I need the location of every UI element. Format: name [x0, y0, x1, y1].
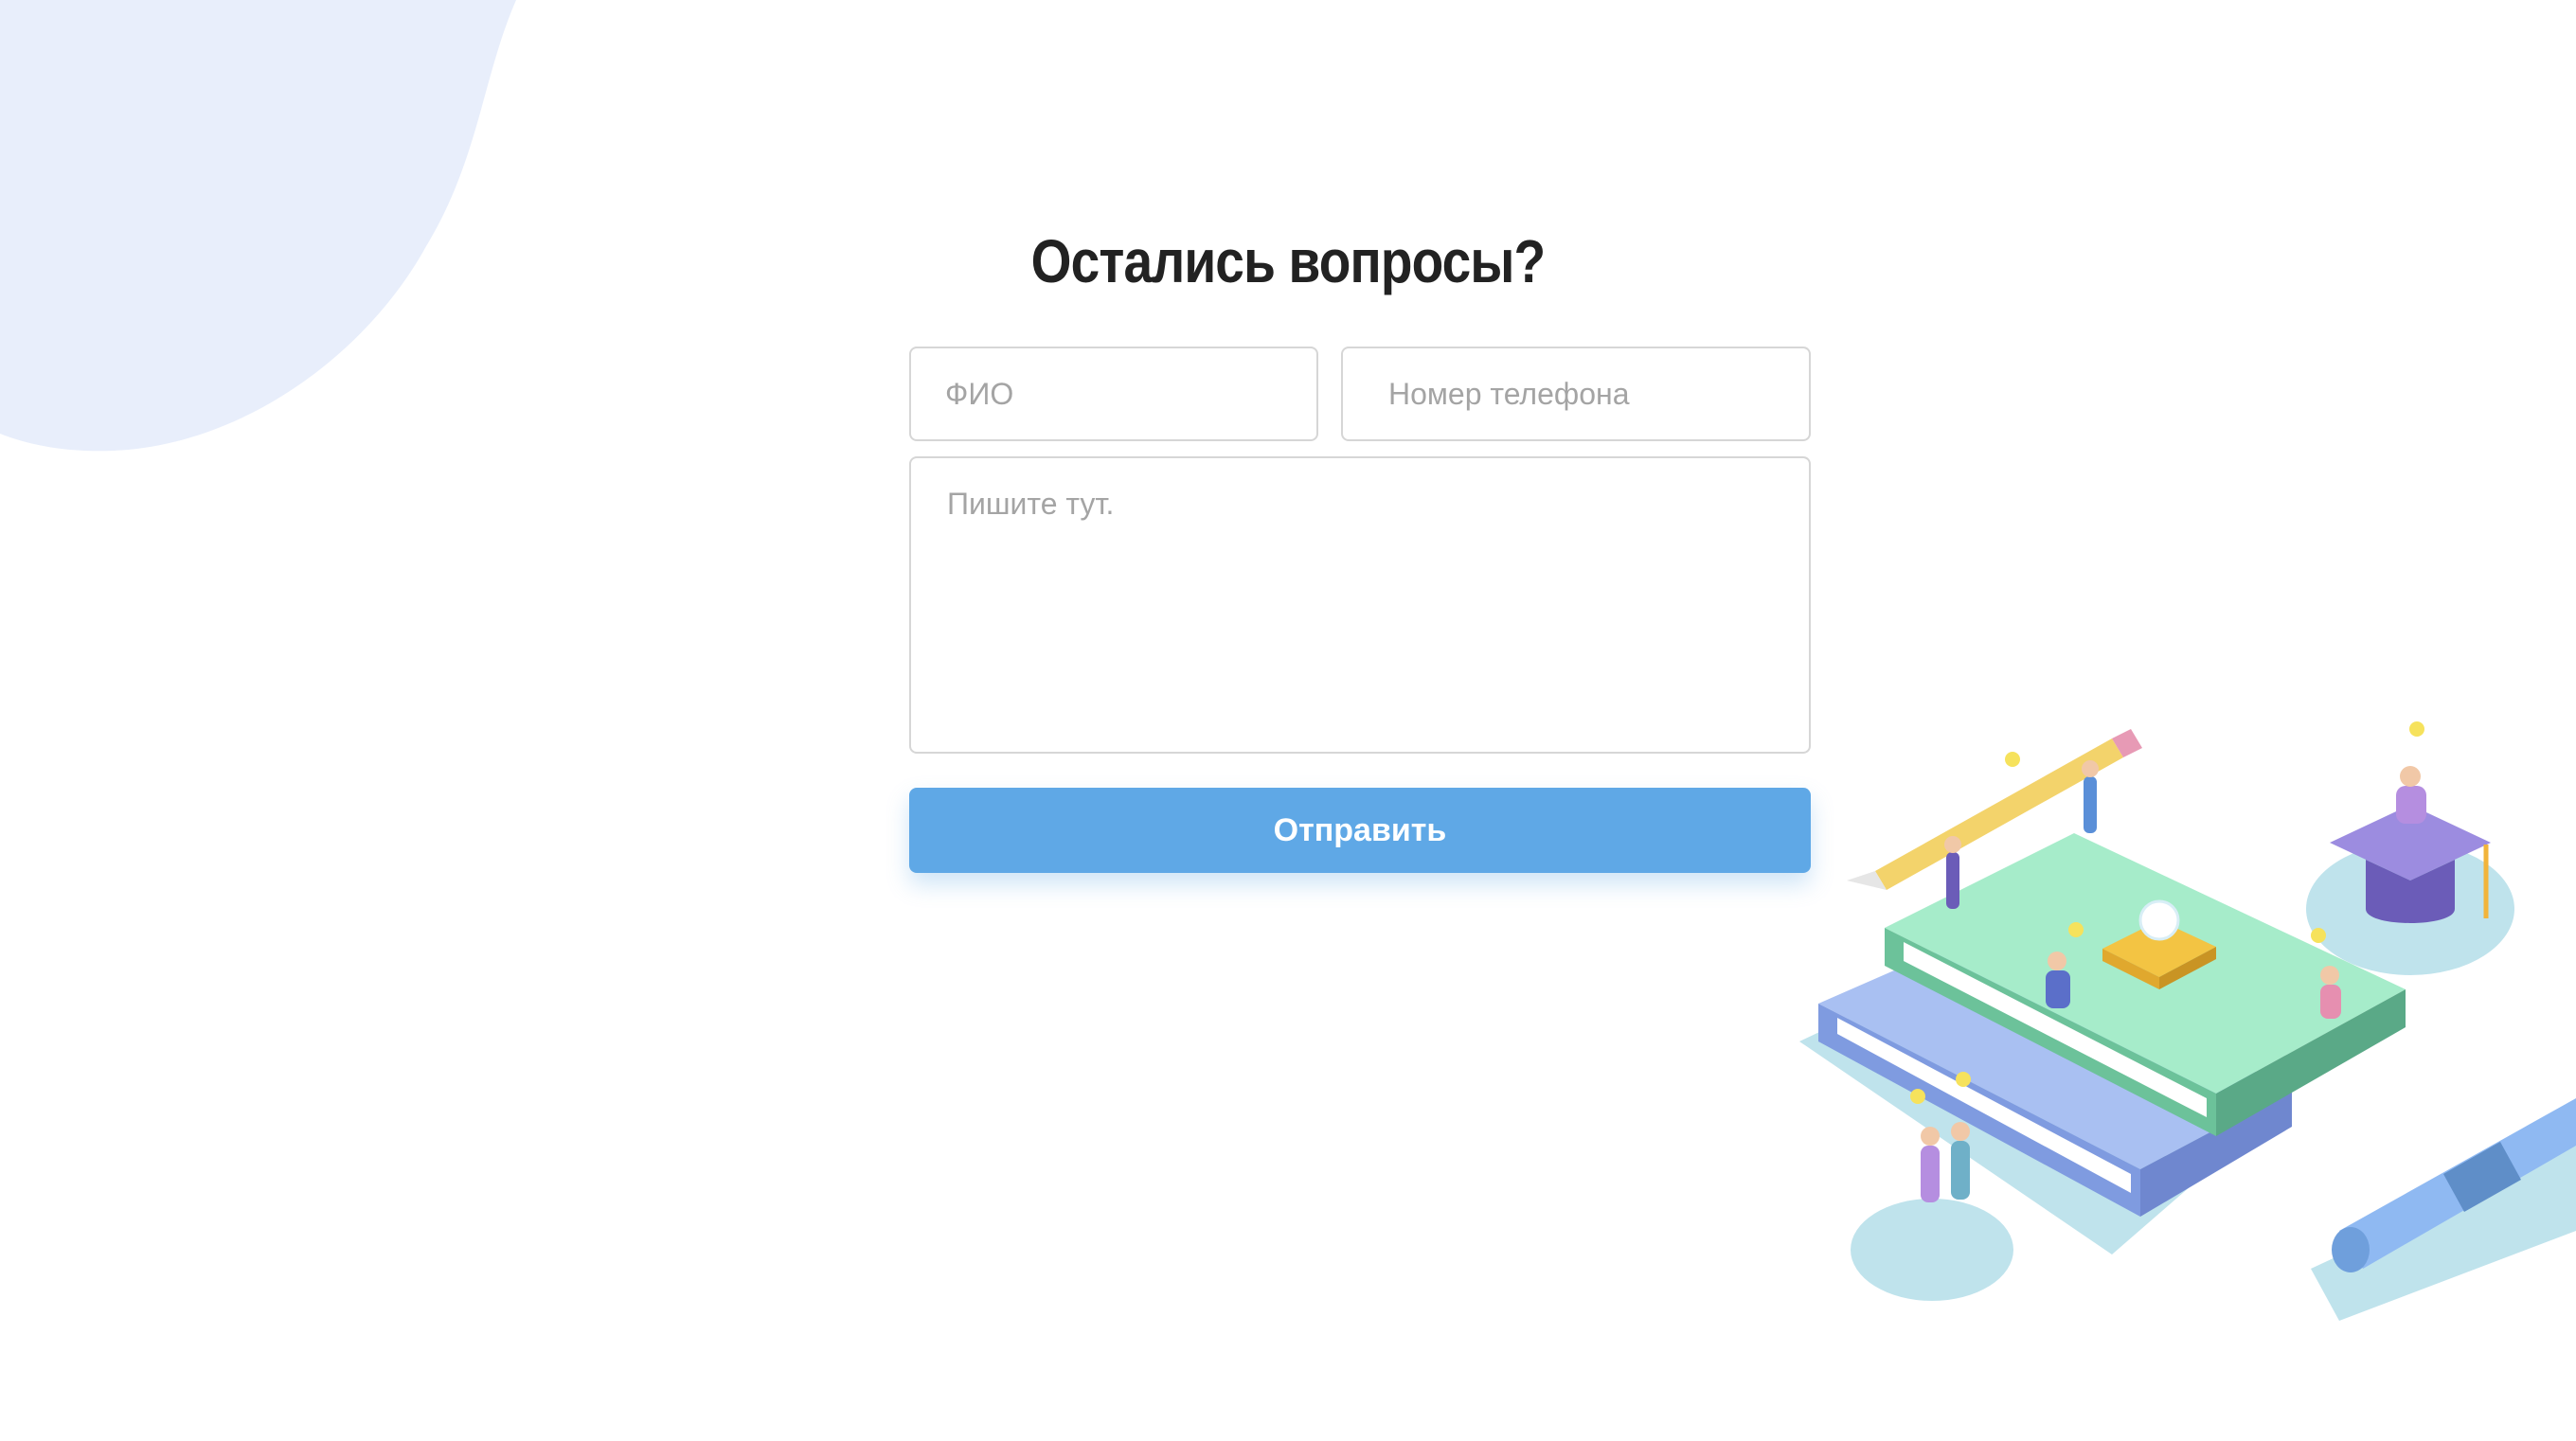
phone-input[interactable]: [1341, 347, 1811, 441]
education-illustration: [1799, 721, 2576, 1321]
page-title: Остались вопросы?: [1030, 227, 1546, 295]
name-input[interactable]: [909, 347, 1318, 441]
message-textarea[interactable]: [909, 456, 1811, 754]
submit-button[interactable]: Отправить: [909, 788, 1811, 873]
decorative-blob: [0, 0, 516, 452]
